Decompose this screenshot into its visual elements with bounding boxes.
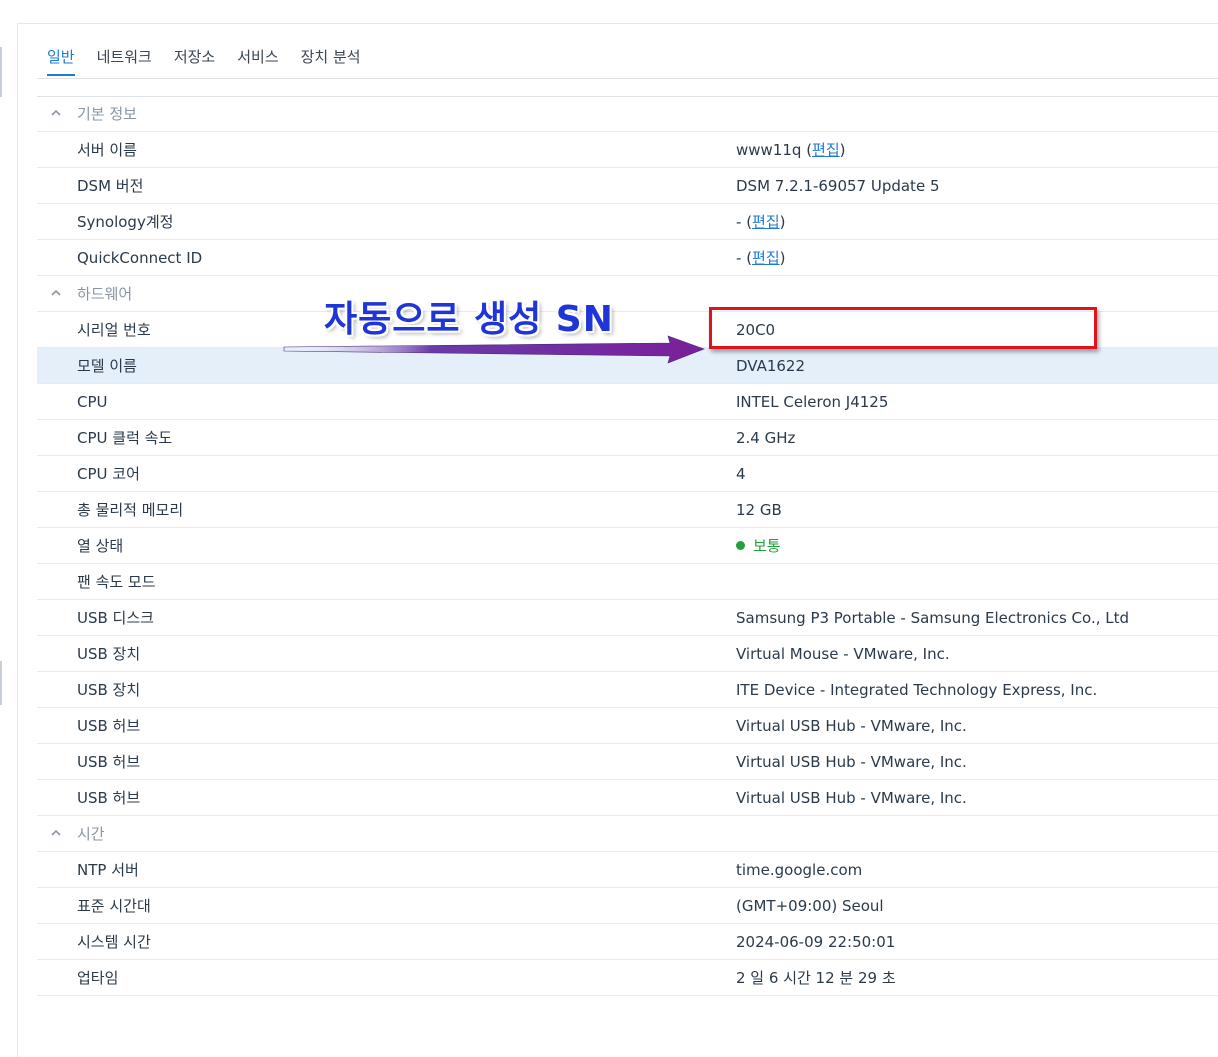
row-value: 2 일 6 시간 12 분 29 초 — [736, 969, 896, 987]
row-value: 2.4 GHz — [736, 428, 796, 447]
row-value: INTEL Celeron J4125 — [736, 392, 889, 411]
row-value: Virtual USB Hub - VMware, Inc. — [736, 788, 967, 807]
table-row: QuickConnect ID - (편집) — [37, 240, 1218, 276]
highlight-box — [709, 307, 1097, 349]
table-row: CPU 코어 4 — [37, 456, 1218, 492]
chevron-up-icon — [51, 289, 61, 296]
row-label: USB 허브 — [77, 789, 141, 807]
row-label: USB 장치 — [77, 681, 141, 699]
row-value: ITE Device - Integrated Technology Expre… — [736, 680, 1098, 699]
table-row: 팬 속도 모드 — [37, 564, 1218, 600]
row-label: CPU 코어 — [77, 465, 140, 483]
row-value: www11q (편집) — [736, 141, 846, 159]
table-row: 서버 이름 www11q (편집) — [37, 132, 1218, 168]
row-label: CPU — [77, 392, 108, 411]
table-row: CPU 클럭 속도 2.4 GHz — [37, 420, 1218, 456]
table-row: USB 디스크 Samsung P3 Portable - Samsung El… — [37, 600, 1218, 636]
top-bar — [0, 0, 1218, 24]
section-title: 하드웨어 — [77, 285, 133, 303]
rail-mark — [0, 47, 2, 97]
row-value: Samsung P3 Portable - Samsung Electronic… — [736, 608, 1130, 627]
tab-device-analysis[interactable]: 장치 분석 — [290, 40, 372, 74]
row-value: - (편집) — [736, 249, 786, 267]
row-value: time.google.com — [736, 860, 863, 879]
quickconnect-value: - — [736, 249, 742, 267]
row-label: 업타임 — [77, 969, 119, 987]
row-value: 12 GB — [736, 500, 782, 519]
table-row: 업타임 2 일 6 시간 12 분 29 초 — [37, 960, 1218, 996]
row-label: 서버 이름 — [77, 141, 137, 159]
table-row: NTP 서버 time.google.com — [37, 852, 1218, 888]
edit-quickconnect-link[interactable]: 편집 — [752, 249, 780, 267]
section-time-header[interactable]: 시간 — [37, 816, 1218, 852]
tab-services[interactable]: 서비스 — [226, 40, 289, 74]
row-label: 모델 이름 — [77, 357, 137, 375]
info-table: 기본 정보 서버 이름 www11q (편집) DSM 버전 DSM 7.2.1… — [37, 96, 1218, 996]
tab-bar: 일반 네트워크 저장소 서비스 장치 분석 — [37, 40, 372, 76]
left-rail — [0, 23, 18, 1057]
row-value: Virtual Mouse - VMware, Inc. — [736, 644, 950, 663]
row-label: 열 상태 — [77, 537, 124, 555]
row-value: DSM 7.2.1-69057 Update 5 — [736, 176, 940, 195]
server-name-value: www11q — [736, 141, 802, 159]
table-row: USB 장치 Virtual Mouse - VMware, Inc. — [37, 636, 1218, 672]
table-row: 열 상태 보통 — [37, 528, 1218, 564]
table-row: USB 허브 Virtual USB Hub - VMware, Inc. — [37, 780, 1218, 816]
row-label: USB 디스크 — [77, 609, 154, 627]
row-value: - (편집) — [736, 213, 786, 231]
section-basic-header[interactable]: 기본 정보 — [37, 96, 1218, 132]
row-label: 시스템 시간 — [77, 933, 151, 951]
section-title: 기본 정보 — [77, 105, 137, 123]
row-value: Virtual USB Hub - VMware, Inc. — [736, 716, 967, 735]
row-value: 4 — [736, 464, 746, 483]
row-label: 표준 시간대 — [77, 897, 151, 915]
table-row: 총 물리적 메모리 12 GB — [37, 492, 1218, 528]
row-label: QuickConnect ID — [77, 248, 203, 267]
row-label: 팬 속도 모드 — [77, 573, 156, 591]
edit-server-name-link[interactable]: 편집 — [812, 141, 840, 159]
row-value: (GMT+09:00) Seoul — [736, 896, 884, 915]
tabs-divider — [37, 78, 1218, 79]
row-label: Synology계정 — [77, 213, 174, 231]
row-value: 보통 — [736, 535, 781, 556]
synology-account-value: - — [736, 213, 742, 231]
status-ok-icon — [736, 541, 745, 550]
row-label: NTP 서버 — [77, 861, 139, 879]
row-label: CPU 클럭 속도 — [77, 429, 173, 447]
row-label: USB 장치 — [77, 645, 141, 663]
row-value: Virtual USB Hub - VMware, Inc. — [736, 752, 967, 771]
tab-storage[interactable]: 저장소 — [163, 40, 226, 74]
arrow-right-icon — [283, 335, 705, 364]
row-label: USB 허브 — [77, 717, 141, 735]
rail-mark — [0, 661, 2, 705]
row-value: DVA1622 — [736, 356, 806, 375]
table-row: 표준 시간대 (GMT+09:00) Seoul — [37, 888, 1218, 924]
section-title: 시간 — [77, 825, 105, 843]
edit-synology-account-link[interactable]: 편집 — [752, 213, 780, 231]
thermal-status: 보통 — [753, 537, 781, 555]
row-label: USB 허브 — [77, 753, 141, 771]
row-label: 시리얼 번호 — [77, 321, 151, 339]
tab-network[interactable]: 네트워크 — [86, 40, 163, 74]
row-label: DSM 버전 — [77, 177, 144, 195]
table-row: 시스템 시간 2024-06-09 22:50:01 — [37, 924, 1218, 960]
table-row: USB 허브 Virtual USB Hub - VMware, Inc. — [37, 708, 1218, 744]
table-row: USB 장치 ITE Device - Integrated Technolog… — [37, 672, 1218, 708]
table-row: USB 허브 Virtual USB Hub - VMware, Inc. — [37, 744, 1218, 780]
chevron-up-icon — [51, 109, 61, 116]
row-label: 총 물리적 메모리 — [77, 501, 184, 519]
tab-general[interactable]: 일반 — [37, 40, 86, 76]
table-row: CPU INTEL Celeron J4125 — [37, 384, 1218, 420]
row-value: 2024-06-09 22:50:01 — [736, 932, 896, 951]
table-row: DSM 버전 DSM 7.2.1-69057 Update 5 — [37, 168, 1218, 204]
chevron-up-icon — [51, 829, 61, 836]
table-row: Synology계정 - (편집) — [37, 204, 1218, 240]
